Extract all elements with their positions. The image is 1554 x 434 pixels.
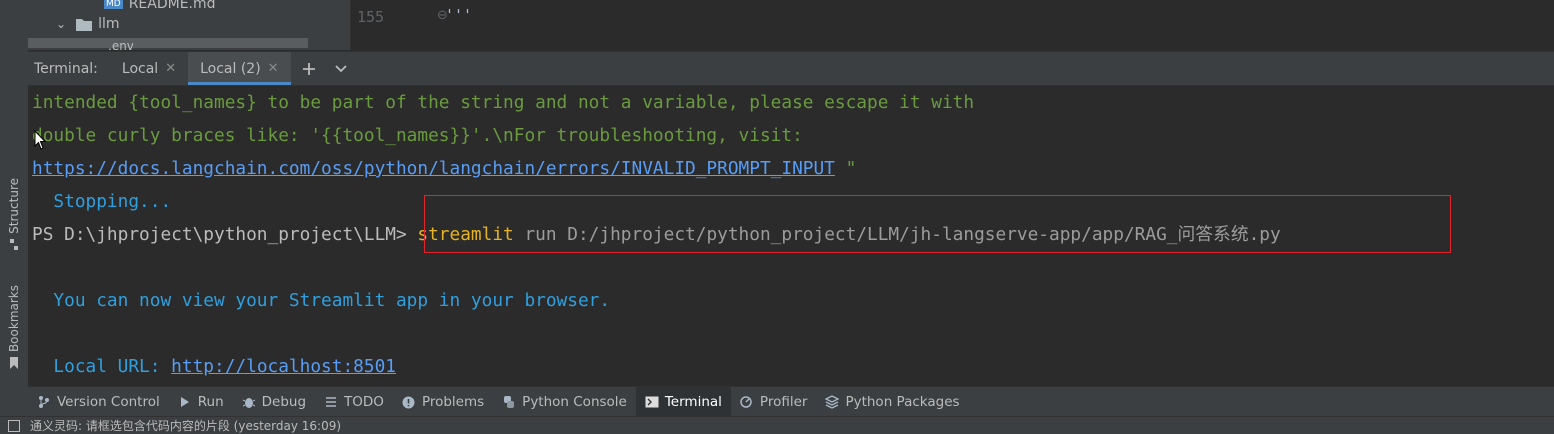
branch-icon bbox=[37, 395, 51, 409]
folder-icon bbox=[76, 18, 93, 31]
local-url-label: Local URL: bbox=[32, 356, 172, 377]
env-file-label: .env bbox=[108, 39, 134, 50]
terminal-icon bbox=[645, 395, 659, 409]
bookmark-icon bbox=[10, 357, 18, 370]
error-docs-link[interactable]: https://docs.langchain.com/oss/python/la… bbox=[32, 158, 835, 179]
terminal-title: Terminal: bbox=[34, 60, 98, 77]
shell-prompt: PS D:\jhproject\python_project\LLM> bbox=[32, 224, 418, 245]
markdown-file-icon: MD bbox=[104, 0, 123, 9]
tool-label: TODO bbox=[344, 394, 384, 410]
tool-label: Run bbox=[197, 394, 224, 410]
tool-todo[interactable]: TODO bbox=[315, 387, 393, 417]
tool-profiler[interactable]: Profiler bbox=[731, 387, 817, 417]
left-tool-strip: Structure Bookmarks bbox=[0, 0, 29, 416]
tree-horizontal-scrollbar[interactable] bbox=[28, 38, 308, 48]
tool-label: Version Control bbox=[57, 394, 160, 410]
structure-label: Structure bbox=[7, 178, 21, 234]
status-bar: 通义灵码: 请框选包含代码内容的片段 (yesterday 16:09) bbox=[0, 416, 1554, 434]
bug-icon bbox=[242, 395, 256, 409]
tree-item-env[interactable]: .env bbox=[108, 36, 134, 50]
tool-label: Terminal bbox=[664, 394, 722, 410]
error-quote: " bbox=[834, 158, 857, 179]
readme-label: README.md bbox=[128, 0, 216, 12]
tool-python-console[interactable]: Python Console bbox=[493, 387, 636, 417]
llm-folder-label: llm bbox=[98, 16, 120, 32]
chevron-down-icon: ⌄ bbox=[56, 17, 67, 31]
error-line-1: intended {tool_names} to be part of the … bbox=[32, 92, 975, 113]
tool-window-bar: Version Control Run Debug TODO Problems … bbox=[28, 386, 1554, 417]
tool-label: Profiler bbox=[759, 394, 808, 410]
tool-debug[interactable]: Debug bbox=[233, 387, 315, 417]
tool-label: Python Packages bbox=[845, 394, 960, 410]
error-link-line: https://docs.langchain.com/oss/python/la… bbox=[32, 152, 856, 185]
chevron-down-icon bbox=[334, 64, 347, 72]
project-tree: MD README.md ⌄ llm .env bbox=[28, 0, 350, 50]
alert-icon bbox=[402, 395, 416, 409]
structure-tab[interactable]: Structure bbox=[2, 178, 26, 252]
tool-version-control[interactable]: Version Control bbox=[28, 387, 169, 417]
local-url-link[interactable]: http://localhost:8501 bbox=[171, 356, 396, 377]
tree-item-llm-folder[interactable]: ⌄ llm bbox=[56, 14, 119, 34]
view-message-line: You can now view your Streamlit app in y… bbox=[32, 290, 611, 311]
annotation-highlight-box bbox=[424, 195, 1451, 253]
tool-label: Python Console bbox=[522, 394, 627, 410]
structure-icon bbox=[10, 238, 18, 250]
tab-local[interactable]: Local ✕ bbox=[110, 52, 188, 85]
stopping-line: Stopping... bbox=[32, 191, 172, 212]
panel-toggle-icon[interactable] bbox=[8, 419, 20, 432]
tab-local-label: Local bbox=[121, 60, 159, 77]
python-icon bbox=[502, 395, 516, 409]
tab-local-2[interactable]: Local (2) ✕ bbox=[188, 52, 292, 85]
code-fragment[interactable]: ''' bbox=[445, 6, 472, 24]
list-icon bbox=[324, 395, 338, 409]
line-number: 155 bbox=[357, 8, 385, 26]
tool-terminal[interactable]: Terminal bbox=[635, 387, 731, 417]
tool-label: Problems bbox=[421, 394, 485, 410]
profiler-icon bbox=[740, 395, 754, 409]
tool-python-packages[interactable]: Python Packages bbox=[816, 387, 968, 417]
tool-run[interactable]: Run bbox=[169, 387, 233, 417]
terminal-tab-bar: Terminal: Local ✕ Local (2) ✕ bbox=[28, 51, 1554, 86]
editor-area: 155 ⊖ ''' bbox=[350, 0, 1554, 50]
error-line-2: double curly braces like: '{{tool_names}… bbox=[32, 125, 803, 146]
tool-problems[interactable]: Problems bbox=[393, 387, 493, 417]
new-tab-button[interactable] bbox=[295, 55, 323, 83]
tab-dropdown-button[interactable] bbox=[327, 55, 355, 83]
mouse-cursor-icon bbox=[34, 130, 46, 150]
tab-local-2-label: Local (2) bbox=[200, 60, 261, 77]
bookmarks-label: Bookmarks bbox=[7, 285, 21, 353]
tree-item-readme[interactable]: MD README.md bbox=[104, 0, 216, 14]
status-message: 通义灵码: 请框选包含代码内容的片段 (yesterday 16:09) bbox=[30, 419, 342, 433]
local-url-line: Local URL: http://localhost:8501 bbox=[32, 350, 396, 383]
packages-icon bbox=[825, 395, 840, 409]
bookmarks-tab[interactable]: Bookmarks bbox=[2, 285, 26, 370]
tool-label: Debug bbox=[261, 394, 307, 410]
close-icon[interactable]: ✕ bbox=[165, 61, 176, 76]
terminal-output[interactable]: intended {tool_names} to be part of the … bbox=[28, 86, 1554, 386]
plus-icon bbox=[302, 62, 315, 75]
close-icon[interactable]: ✕ bbox=[268, 61, 279, 76]
play-icon bbox=[178, 395, 192, 409]
